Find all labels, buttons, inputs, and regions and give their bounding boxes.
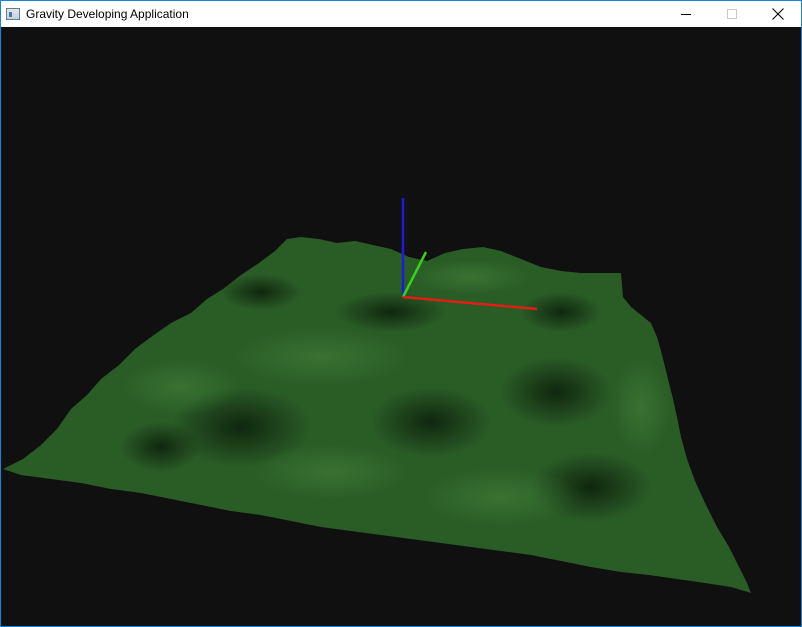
minimize-button[interactable] [663, 1, 709, 27]
title-bar[interactable]: Gravity Developing Application [1, 1, 801, 27]
application-icon[interactable] [6, 8, 20, 20]
scene-canvas[interactable] [1, 27, 801, 626]
close-icon [772, 8, 784, 20]
window-controls [663, 1, 801, 27]
window-title: Gravity Developing Application [26, 7, 189, 21]
maximize-icon [727, 9, 737, 19]
maximize-button[interactable] [709, 1, 755, 27]
close-button[interactable] [755, 1, 801, 27]
application-window: Gravity Developing Application [0, 0, 802, 627]
minimize-icon [681, 14, 691, 15]
render-viewport[interactable] [1, 27, 801, 626]
